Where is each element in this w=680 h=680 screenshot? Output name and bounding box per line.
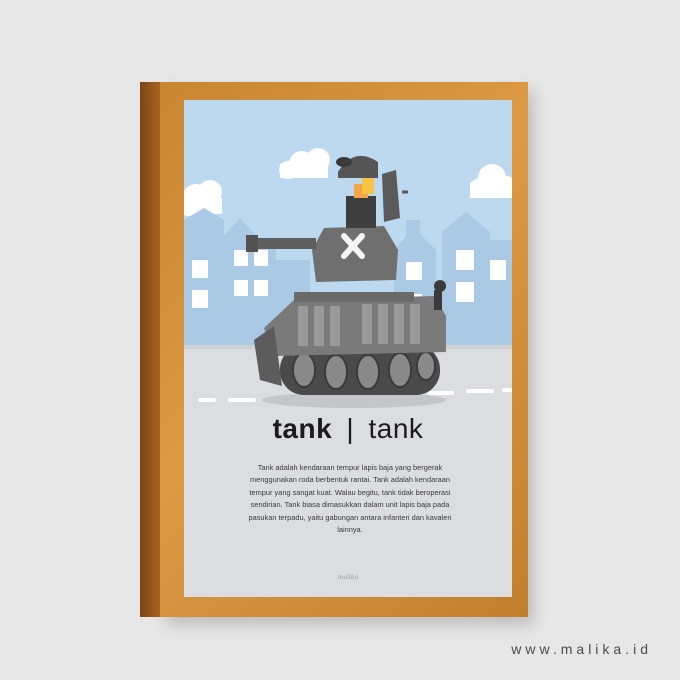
website-watermark: www.malika.id xyxy=(511,641,652,657)
poster-signature: malika xyxy=(337,574,359,581)
gun-barrel xyxy=(252,238,316,249)
product-photo: tank | tank Tank adalah kendaraan tempur… xyxy=(0,0,680,680)
title-light: tank xyxy=(368,413,424,444)
poster: tank | tank Tank adalah kendaraan tempur… xyxy=(184,100,512,597)
poster-description: Tank adalah kendaraan tempur lapis baja … xyxy=(248,463,452,535)
title-divider: | xyxy=(346,413,355,444)
title-bold: tank xyxy=(272,413,333,444)
poster-title: tank | tank xyxy=(184,413,512,445)
